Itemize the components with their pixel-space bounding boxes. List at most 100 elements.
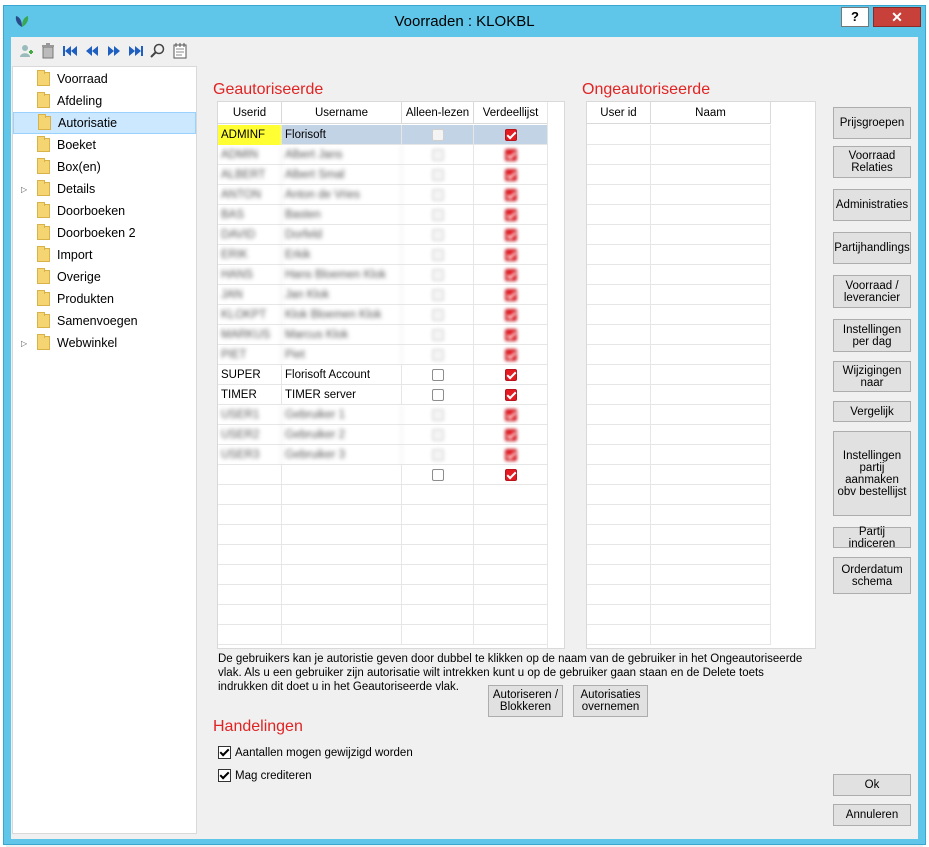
voorraad-leverancier-button[interactable]: Voorraad / leverancier	[833, 275, 911, 308]
partijhandlings-button[interactable]: Partijhandlings	[833, 232, 911, 264]
verdeellijst-checkbox[interactable]	[504, 369, 517, 381]
ok-button[interactable]: Ok	[833, 774, 911, 796]
table-row[interactable]: KLOKPT Klok Bloemen Klok	[218, 305, 548, 325]
column-header-naam[interactable]: Naam	[651, 102, 771, 124]
last-record-icon[interactable]	[127, 43, 145, 59]
table-row[interactable]: ANTON Anton de Vries	[218, 185, 548, 205]
tree-item-afdeling[interactable]: Afdeling	[13, 90, 196, 112]
column-header-user-id[interactable]: User id	[587, 102, 651, 124]
readonly-checkbox[interactable]	[431, 349, 444, 361]
table-row[interactable]: ALBERT Albert Smal	[218, 165, 548, 185]
orderdatum-schema-button[interactable]: Orderdatum schema	[833, 557, 911, 594]
column-header-verdeellijst[interactable]: Verdeellijst	[474, 102, 548, 124]
readonly-checkbox[interactable]	[431, 189, 444, 201]
verdeellijst-checkbox[interactable]	[504, 209, 517, 221]
readonly-checkbox[interactable]	[431, 289, 444, 301]
readonly-checkbox[interactable]	[431, 169, 444, 181]
readonly-checkbox[interactable]	[431, 429, 444, 441]
verdeellijst-checkbox[interactable]	[504, 409, 517, 421]
partij-indiceren-button[interactable]: Partij indiceren	[833, 526, 911, 550]
table-row[interactable]: USER1 Gebruiker 1	[218, 405, 548, 425]
verdeellijst-checkbox[interactable]	[504, 349, 517, 361]
table-row[interactable]: ADMIN Albert Jans	[218, 145, 548, 165]
tree-item-autorisatie[interactable]: Autorisatie	[13, 112, 196, 134]
vergelijk-button[interactable]: Vergelijk	[833, 401, 911, 422]
verdeellijst-checkbox[interactable]	[504, 189, 517, 201]
readonly-checkbox[interactable]	[431, 369, 444, 381]
verdeellijst-checkbox[interactable]	[504, 269, 517, 281]
table-row[interactable]: USER3 Gebruiker 3	[218, 445, 548, 465]
column-header-userid[interactable]: Userid	[218, 102, 282, 124]
tree-item-details[interactable]: ▷ Details	[13, 178, 196, 200]
tree-item-doorboeken[interactable]: Doorboeken	[13, 200, 196, 222]
instellingen-per-dag-button[interactable]: Instellingen per dag	[833, 319, 911, 352]
expand-arrow-icon[interactable]: ▷	[21, 339, 30, 348]
next-record-icon[interactable]	[105, 43, 123, 59]
table-row[interactable]: ERIK Erkik	[218, 245, 548, 265]
aantallen-checkbox[interactable]	[218, 746, 231, 759]
table-row[interactable]: MARKUS Marcus Klok	[218, 325, 548, 345]
readonly-checkbox[interactable]	[431, 469, 444, 481]
verdeellijst-checkbox[interactable]	[504, 229, 517, 241]
table-row[interactable]: BAS Basten	[218, 205, 548, 225]
readonly-checkbox[interactable]	[431, 269, 444, 281]
verdeellijst-checkbox[interactable]	[504, 149, 517, 161]
verdeellijst-checkbox[interactable]	[504, 469, 517, 481]
verdeellijst-checkbox[interactable]	[504, 129, 517, 141]
readonly-checkbox[interactable]	[431, 229, 444, 241]
add-user-icon[interactable]	[17, 43, 35, 59]
verdeellijst-checkbox[interactable]	[504, 429, 517, 441]
authorize-block-button[interactable]: Autoriseren / Blokkeren	[488, 685, 563, 717]
tree-item-doorboeken-2[interactable]: Doorboeken 2	[13, 222, 196, 244]
title-bar[interactable]: Voorraden : KLOKBL ? ✕	[4, 6, 925, 36]
first-record-icon[interactable]	[61, 43, 79, 59]
readonly-checkbox[interactable]	[431, 309, 444, 321]
voorraad-relaties-button[interactable]: Voorraad Relaties	[833, 146, 911, 178]
readonly-checkbox[interactable]	[431, 409, 444, 421]
verdeellijst-checkbox[interactable]	[504, 449, 517, 461]
table-row[interactable]	[218, 465, 548, 485]
previous-record-icon[interactable]	[83, 43, 101, 59]
table-row[interactable]: ADMINF Florisoft	[218, 125, 548, 145]
readonly-checkbox[interactable]	[431, 149, 444, 161]
column-header-username[interactable]: Username	[282, 102, 402, 124]
option-aantallen-wijzigen[interactable]: Aantallen mogen gewijzigd worden	[218, 746, 413, 759]
readonly-checkbox[interactable]	[431, 129, 444, 141]
table-row[interactable]: HANS Hans Bloemen Klok	[218, 265, 548, 285]
tree-item-produkten[interactable]: Produkten	[13, 288, 196, 310]
table-row[interactable]: DAVID Dorfeld	[218, 225, 548, 245]
column-header-readonly[interactable]: Alleen-lezen	[402, 102, 474, 124]
instellingen-partij-aanmaken-obv-bestellijst-button[interactable]: Instellingen partij aanmaken obv bestell…	[833, 431, 911, 516]
copy-authorizations-button[interactable]: Autorisaties overnemen	[573, 685, 648, 717]
readonly-checkbox[interactable]	[431, 449, 444, 461]
option-mag-crediteren[interactable]: Mag crediteren	[218, 769, 312, 782]
tree-item-box-en[interactable]: Box(en)	[13, 156, 196, 178]
wijzigingen-naar-button[interactable]: Wijzigingen naar	[833, 361, 911, 392]
crediteren-checkbox[interactable]	[218, 769, 231, 782]
tree-item-import[interactable]: Import	[13, 244, 196, 266]
readonly-checkbox[interactable]	[431, 329, 444, 341]
tree-item-samenvoegen[interactable]: Samenvoegen	[13, 310, 196, 332]
verdeellijst-checkbox[interactable]	[504, 389, 517, 401]
tree-item-boeket[interactable]: Boeket	[13, 134, 196, 156]
verdeellijst-checkbox[interactable]	[504, 289, 517, 301]
administraties-button[interactable]: Administraties	[833, 189, 911, 221]
tree-item-voorraad[interactable]: Voorraad	[13, 68, 196, 90]
prijsgroepen-button[interactable]: Prijsgroepen	[833, 107, 911, 139]
table-row[interactable]: PIET Piet	[218, 345, 548, 365]
help-button[interactable]: ?	[841, 7, 869, 27]
expand-arrow-icon[interactable]: ▷	[21, 185, 30, 194]
tree-item-overige[interactable]: Overige	[13, 266, 196, 288]
notes-icon[interactable]	[171, 43, 189, 59]
readonly-checkbox[interactable]	[431, 389, 444, 401]
verdeellijst-checkbox[interactable]	[504, 169, 517, 181]
search-icon[interactable]	[149, 43, 167, 59]
close-button[interactable]: ✕	[873, 7, 921, 27]
table-row[interactable]: TIMER TIMER server	[218, 385, 548, 405]
readonly-checkbox[interactable]	[431, 209, 444, 221]
tree-item-webwinkel[interactable]: ▷ Webwinkel	[13, 332, 196, 354]
table-row[interactable]: USER2 Gebruiker 2	[218, 425, 548, 445]
trash-icon[interactable]	[39, 43, 57, 59]
cancel-button[interactable]: Annuleren	[833, 804, 911, 826]
readonly-checkbox[interactable]	[431, 249, 444, 261]
